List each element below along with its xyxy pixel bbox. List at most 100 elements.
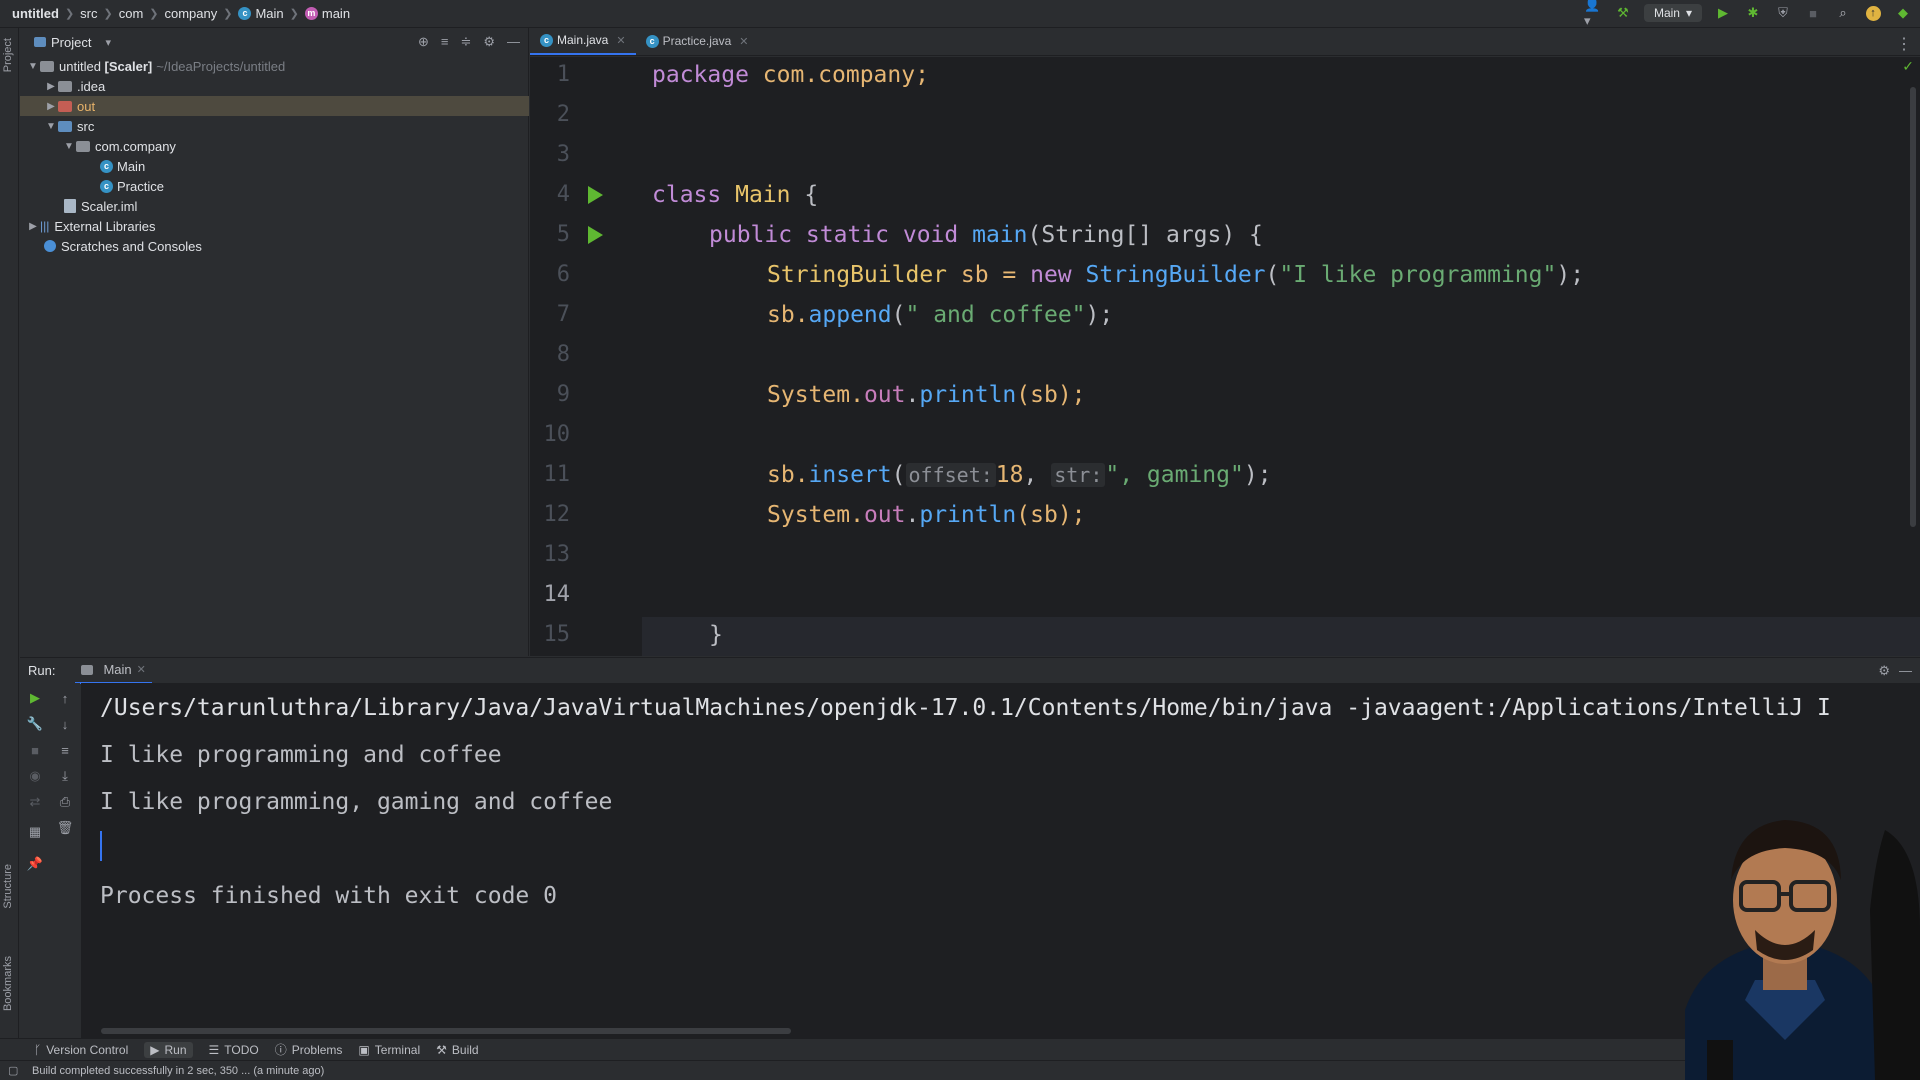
- breadcrumb-separator-icon: ❯: [149, 8, 159, 20]
- coverage-icon[interactable]: ⛨: [1774, 4, 1792, 22]
- toolwindow-label: Build: [451, 1042, 479, 1057]
- run-configuration-select[interactable]: Main ▾: [1643, 4, 1702, 22]
- tree-item-idea[interactable]: ▶ .idea: [44, 76, 105, 96]
- camera-icon[interactable]: ◉: [26, 767, 44, 785]
- chevron-down-icon[interactable]: ▼: [62, 141, 76, 152]
- tree-item-out[interactable]: ▶ out: [20, 96, 529, 116]
- code-editor[interactable]: 1 2 3 4 5 6 7 8 9 10 11 12 13 14 15 pack…: [530, 57, 1920, 656]
- stripe-structure[interactable]: Structure: [2, 864, 14, 909]
- chevron-right-icon[interactable]: ▶: [44, 101, 58, 112]
- run-method-gutter-icon[interactable]: [588, 226, 603, 244]
- project-panel: Project ▾ ⊕ ≡ ≑ ⚙ — ▼ untitled [Scaler] …: [20, 28, 529, 656]
- restore-layout-icon[interactable]: ⇄: [26, 793, 44, 811]
- layout-icon[interactable]: ▦: [26, 823, 44, 841]
- run-toolbar: ▶ ↑ 🔧 ↓ ■ ≡ ◉ ⤓ ⇄ ⎙ ▦ 🗑 📌: [20, 683, 80, 1038]
- run-class-gutter-icon[interactable]: [588, 186, 603, 204]
- close-icon[interactable]: ✕: [739, 35, 748, 48]
- toolwindow-version-control[interactable]: ᚴ Version Control: [34, 1043, 128, 1057]
- rerun-icon[interactable]: ▶: [26, 689, 44, 707]
- gear-icon[interactable]: ⚙: [1878, 663, 1890, 679]
- breadcrumb-project[interactable]: untitled: [12, 6, 59, 21]
- tree-item-main-class[interactable]: c Main: [100, 156, 145, 176]
- breadcrumb-com[interactable]: com: [119, 6, 144, 21]
- tree-item-practice-class[interactable]: c Practice: [100, 176, 164, 196]
- locate-icon[interactable]: ⊕: [418, 34, 429, 50]
- trash-icon[interactable]: 🗑: [56, 819, 74, 837]
- punctuation: (: [1265, 262, 1280, 288]
- tree-item-external-libraries[interactable]: ▶ ||| External Libraries: [26, 216, 155, 236]
- line-number: 5: [556, 222, 570, 247]
- status-message[interactable]: Build completed successfully in 2 sec, 3…: [32, 1065, 324, 1077]
- breadcrumb-method-main[interactable]: m main: [304, 6, 350, 21]
- stripe-project[interactable]: Project: [2, 38, 14, 72]
- expand-all-icon[interactable]: ≡: [441, 34, 449, 50]
- toolwindow-todo[interactable]: ☰ TODO: [209, 1043, 259, 1057]
- minimize-icon[interactable]: —: [507, 34, 520, 50]
- horizontal-scrollbar[interactable]: [101, 1028, 791, 1034]
- no-problems-icon[interactable]: ✓: [1902, 59, 1914, 75]
- chevron-right-icon[interactable]: ▶: [44, 81, 58, 92]
- wrench-icon[interactable]: 🔧: [26, 715, 44, 733]
- layout-toggle-icon[interactable]: ▢: [8, 1064, 18, 1077]
- tree-item-label: Practice: [117, 178, 164, 194]
- tab-main-java[interactable]: c Main.java ✕: [530, 27, 636, 55]
- tree-item-src[interactable]: ▼ src: [44, 116, 94, 136]
- search-icon[interactable]: ⌕: [1834, 4, 1852, 22]
- close-icon[interactable]: ✕: [137, 663, 146, 676]
- navigation-bar: untitled ❯ src ❯ com ❯ company ❯ c Main ❯…: [0, 0, 1920, 28]
- arrow-down-icon[interactable]: ↓: [56, 715, 74, 733]
- tab-practice-java[interactable]: c Practice.java ✕: [636, 27, 759, 55]
- arrow-up-icon[interactable]: ↑: [56, 689, 74, 707]
- left-tool-stripe: Project Structure Bookmarks: [0, 28, 19, 1060]
- project-title[interactable]: Project: [51, 35, 91, 50]
- tree-item-root[interactable]: ▼ untitled [Scaler] ~/IdeaProjects/untit…: [26, 56, 285, 76]
- class-name: Main: [721, 182, 791, 208]
- toolwindow-build[interactable]: ⚒ Build: [436, 1043, 478, 1057]
- tool-window-bar: ᚴ Version Control ▶ Run ☰ TODO ⓘ Problems ▣ T…: [0, 1038, 1920, 1060]
- tree-item-iml[interactable]: Scaler.iml: [64, 196, 137, 216]
- user-icon[interactable]: 👤▾: [1584, 0, 1602, 28]
- punctuation: );: [1085, 302, 1114, 328]
- stop-icon[interactable]: ■: [26, 741, 44, 759]
- tab-run-main[interactable]: Main ✕: [75, 658, 152, 684]
- application-icon: [81, 664, 94, 675]
- collapse-all-icon[interactable]: ≑: [460, 34, 471, 50]
- print-icon[interactable]: ⎙: [56, 793, 74, 811]
- tree-item-label: Scratches and Consoles: [61, 238, 202, 254]
- scroll-to-end-icon[interactable]: ⤓: [56, 767, 74, 785]
- run-icon[interactable]: ▶: [1714, 4, 1732, 22]
- plugins-icon[interactable]: ◆: [1894, 4, 1912, 22]
- stop-icon[interactable]: ■: [1804, 4, 1822, 22]
- build-hammer-icon[interactable]: ⚒: [1614, 4, 1632, 22]
- breadcrumb-company[interactable]: company: [165, 6, 218, 21]
- number-literal: 18: [995, 462, 1024, 488]
- tree-item-package[interactable]: ▼ com.company: [62, 136, 176, 156]
- toolwindow-run[interactable]: ▶ Run: [144, 1041, 193, 1058]
- string-literal: ", gaming": [1105, 462, 1244, 488]
- hammer-icon: ⚒: [436, 1042, 447, 1057]
- close-icon[interactable]: ✕: [616, 34, 625, 47]
- chevron-right-icon[interactable]: ▶: [26, 221, 40, 232]
- breadcrumb-class-main[interactable]: c Main: [238, 6, 284, 21]
- class-icon: c: [100, 159, 113, 173]
- minimize-icon[interactable]: —: [1899, 663, 1912, 678]
- stripe-bookmarks[interactable]: Bookmarks: [2, 956, 14, 1011]
- toolwindow-problems[interactable]: ⓘ Problems: [275, 1041, 343, 1058]
- more-icon[interactable]: ⋮: [1896, 34, 1912, 54]
- string-literal: "I like programming": [1279, 262, 1557, 288]
- soft-wrap-icon[interactable]: ≡: [56, 741, 74, 759]
- chevron-down-icon[interactable]: ▼: [44, 121, 58, 132]
- chevron-down-icon[interactable]: ▾: [105, 36, 111, 49]
- class-ref: System.: [767, 382, 864, 408]
- gear-icon[interactable]: ⚙: [483, 34, 495, 50]
- debug-icon[interactable]: ✱: [1744, 4, 1762, 22]
- breadcrumb-src[interactable]: src: [80, 6, 97, 21]
- status-bar: ▢ Build completed successfully in 2 sec,…: [0, 1060, 1920, 1080]
- tree-item-label: out: [77, 98, 96, 114]
- pin-icon[interactable]: 📌: [26, 855, 44, 873]
- tree-item-scratches[interactable]: Scratches and Consoles: [44, 236, 202, 256]
- update-icon[interactable]: ↑: [1864, 4, 1882, 22]
- editor-scrollbar[interactable]: [1910, 87, 1916, 527]
- chevron-down-icon[interactable]: ▼: [26, 61, 40, 72]
- toolwindow-terminal[interactable]: ▣ Terminal: [358, 1043, 420, 1057]
